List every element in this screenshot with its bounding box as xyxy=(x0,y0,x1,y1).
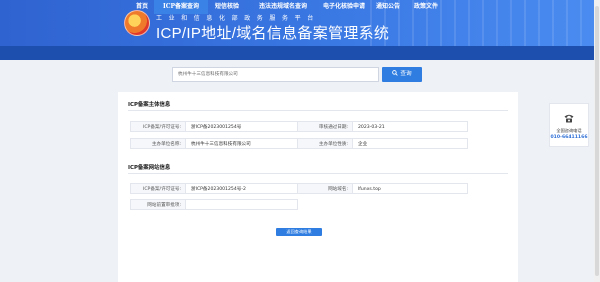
nav-announcements[interactable]: 通知公告 xyxy=(374,0,402,14)
nav-home[interactable]: 首页 xyxy=(130,0,154,14)
pre-approval-label: 网站前置审批项: xyxy=(130,199,186,210)
nav-illegal-domain-query[interactable]: 违法违规域名查询 xyxy=(252,0,314,14)
website-section-title: ICP备案网站信息 xyxy=(128,165,171,171)
hotline-label: 全国咨询电话 xyxy=(556,128,582,133)
website-section-divider xyxy=(128,173,508,174)
nav-e-verify-apply[interactable]: 电子化核验申请 xyxy=(318,0,370,14)
organizer-name-label: 主办单位名称: xyxy=(130,138,186,149)
search-button-label: 查询 xyxy=(400,71,412,77)
main-nav xyxy=(0,46,600,60)
site-title: ICP/IP地址/域名信息备案管理系统 xyxy=(156,25,390,42)
subject-section-divider xyxy=(128,110,508,111)
website-domain-value: lfunxs.top xyxy=(352,183,468,194)
organizer-type-value: 企业 xyxy=(352,138,468,149)
subject-license-value: 浙ICP备2023001254号 xyxy=(185,121,298,132)
approval-date-label: 审核通过日期: xyxy=(297,121,353,132)
search-button[interactable]: 查询 xyxy=(382,67,422,82)
back-to-results-button[interactable]: 返回查询结果 xyxy=(276,228,322,236)
pre-approval-value xyxy=(185,199,298,210)
organizer-type-label: 主办单位性质: xyxy=(297,138,353,149)
nav-sms-verify[interactable]: 短信核验 xyxy=(212,0,242,14)
scrollbar-thumb[interactable] xyxy=(595,6,599,276)
nav-icp-query[interactable]: ICP备案查询 xyxy=(154,0,208,14)
phone-icon xyxy=(564,114,574,123)
hotline-card xyxy=(549,103,589,147)
hotline-number: 010-66411166 xyxy=(550,135,588,140)
header-decoration xyxy=(370,0,600,46)
nav-policy-docs[interactable]: 政策文件 xyxy=(412,0,440,14)
approval-date-value: 2023-03-21 xyxy=(352,121,468,132)
header-subtitle: 工业和信息化部政务服务平台 xyxy=(156,15,320,22)
website-license-label: ICP备案/许可证号: xyxy=(130,183,186,194)
website-license-value: 浙ICP备2023001254号-2 xyxy=(185,183,298,194)
organizer-name-value: 杭州牛十三信息科技有限公司 xyxy=(185,138,298,149)
subject-license-label: ICP备案/许可证号: xyxy=(130,121,186,132)
search-icon xyxy=(392,70,399,76)
website-domain-label: 网站域名: xyxy=(297,183,353,194)
search-input[interactable]: 杭州牛十三信息科技有限公司 xyxy=(172,67,379,82)
subject-section-title: ICP备案主体信息 xyxy=(128,102,171,108)
